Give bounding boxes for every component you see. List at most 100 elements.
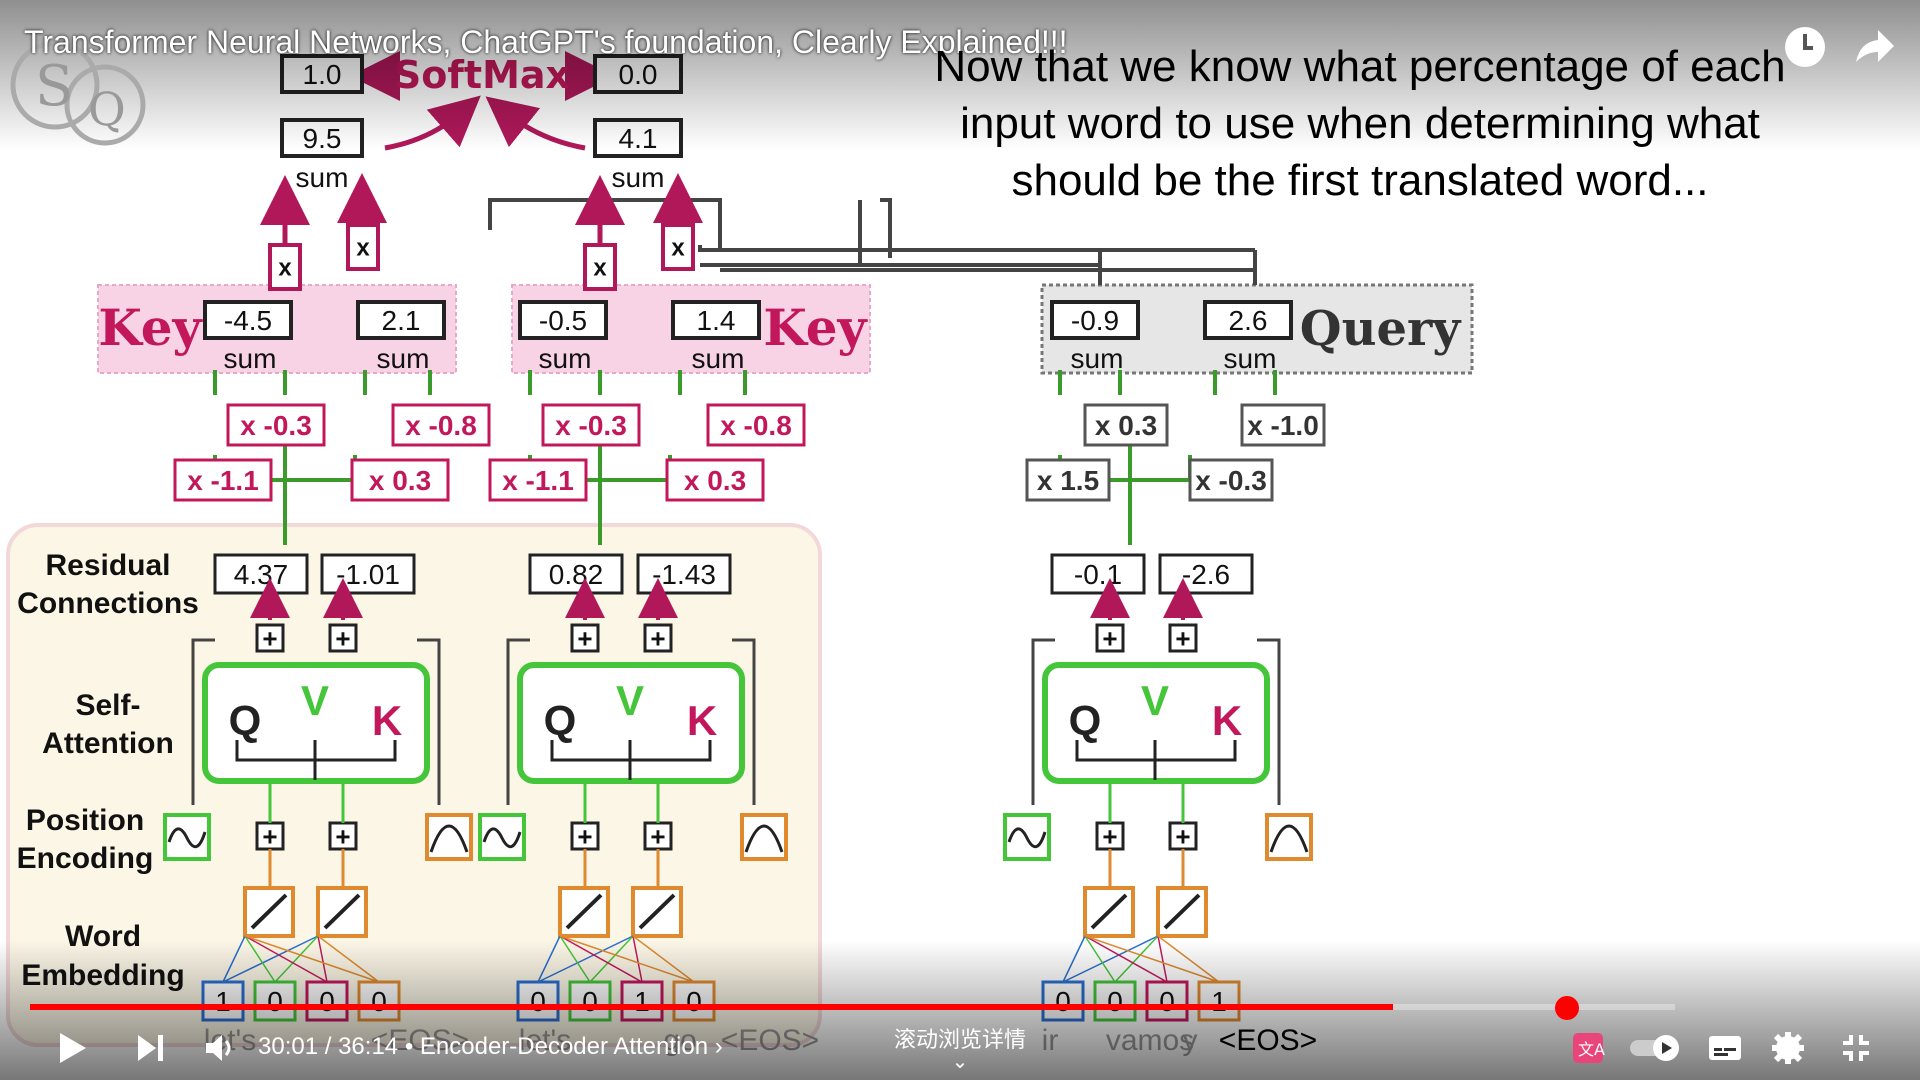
softmax-output-1-text: 1.0: [303, 59, 342, 90]
plus-box-decoder-top-1: +: [1095, 623, 1125, 653]
multiply-box-2: x: [346, 223, 380, 271]
residual-value-4-text: -1.43: [652, 559, 716, 590]
key-weight-7: x -1.1: [488, 458, 588, 502]
row-label-position-1: Position: [26, 804, 144, 837]
row-label-residual-1: Residual: [45, 549, 170, 582]
one-hot-encoder-2-1: 0: [516, 980, 560, 1022]
plus-box-decoder-pos-1: +: [1095, 821, 1125, 851]
progress-played: [30, 1004, 1393, 1010]
duration: 36:14: [338, 1033, 399, 1060]
plus-box-decoder-pos-2: +: [1168, 821, 1198, 851]
plus-box-encoder-2-pos-1-text: +: [577, 821, 592, 851]
multiply-box-4-text: x: [671, 235, 685, 262]
key-value-4-text: 1.4: [697, 305, 736, 336]
plus-box-encoder-1-pos-2: +: [328, 821, 358, 851]
scroll-for-details[interactable]: 滚动浏览详情 ⌄: [892, 1022, 1028, 1073]
residual-value-5-text: -0.1: [1074, 559, 1122, 590]
chapter-title[interactable]: Encoder-Decoder Attention: [420, 1033, 708, 1060]
input-token-7: vamos: [1106, 1024, 1194, 1057]
multiply-box-4: x: [661, 223, 695, 271]
exit-fullscreen-button[interactable]: [1833, 1025, 1879, 1071]
key-sum-label-2: sum: [377, 343, 430, 374]
translate-button[interactable]: 文A: [1565, 1025, 1611, 1071]
k-label-decoder: K: [1212, 697, 1242, 744]
row-label-self-attention-1: Self-: [75, 689, 140, 722]
plus-box-decoder-top-1-text: +: [1102, 623, 1117, 653]
chapter-dot: •: [404, 1033, 420, 1060]
autoplay-toggle[interactable]: [1625, 1025, 1687, 1071]
query-weight-3-text: x 1.5: [1037, 465, 1099, 496]
progress-bar[interactable]: [30, 1004, 1675, 1010]
key-sum-label-1: sum: [224, 343, 277, 374]
plus-box-encoder-1-top-1-text: +: [262, 623, 277, 653]
v-label-encoder-1: V: [301, 677, 329, 724]
key-weight-1-text: x -0.3: [240, 410, 312, 441]
sum-label-1: sum: [296, 162, 349, 193]
chevron-down-icon: ⌄: [951, 1051, 969, 1073]
residual-value-1-text: 4.37: [234, 559, 289, 590]
translate-icon: 文A: [1573, 1033, 1605, 1063]
next-button[interactable]: [128, 1025, 174, 1071]
query-value-2-text: 2.6: [1229, 305, 1268, 336]
plus-box-decoder-top-2: +: [1168, 623, 1198, 653]
multiply-box-3-text: x: [593, 255, 607, 282]
play-icon: [60, 1033, 86, 1063]
one-hot-encoder-1-4-text: 0: [371, 986, 387, 1017]
v-label-decoder: V: [1141, 677, 1169, 724]
input-token-9: <EOS>: [1219, 1024, 1317, 1057]
key-label-left: Key: [98, 298, 203, 357]
key-value-3: -0.5: [518, 300, 608, 340]
one-hot-decoder-4: 1: [1197, 980, 1241, 1022]
plus-box-encoder-1-pos-1: +: [255, 821, 285, 851]
settings-button[interactable]: [1765, 1025, 1811, 1071]
key-value-1: -4.5: [203, 300, 293, 340]
row-label-residual-2: Connections: [17, 587, 199, 620]
query-value-1: -0.9: [1050, 300, 1140, 340]
residual-value-4: -1.43: [636, 553, 732, 595]
time-display: 30:01 / 36:14 • Encoder-Decoder Attentio…: [258, 1033, 723, 1061]
key-weight-2: x -0.8: [391, 403, 491, 447]
one-hot-encoder-2-3-text: 1: [634, 986, 650, 1017]
plus-box-encoder-2-top-2: +: [643, 623, 673, 653]
v-label-encoder-2: V: [616, 677, 644, 724]
one-hot-decoder-4-text: 1: [1211, 986, 1227, 1017]
play-button[interactable]: [50, 1025, 96, 1071]
one-hot-decoder-1-text: 0: [1055, 986, 1071, 1017]
share-button[interactable]: [1848, 22, 1898, 72]
one-hot-decoder-3: 0: [1145, 980, 1189, 1022]
residual-value-6-text: -2.6: [1182, 559, 1230, 590]
time-separator: /: [324, 1033, 339, 1060]
autoplay-icon: [1630, 1035, 1679, 1061]
sum-box-1: 9.5: [280, 118, 364, 158]
key-value-4: 1.4: [671, 300, 761, 340]
one-hot-encoder-1-3-text: 0: [319, 986, 335, 1017]
key-weight-5: x -0.3: [541, 403, 641, 447]
key-weight-2-text: x -0.8: [405, 410, 477, 441]
softmax-output-2-text: 0.0: [619, 59, 658, 90]
plus-box-decoder-pos-1-text: +: [1102, 821, 1117, 851]
plus-box-encoder-1-pos-1-text: +: [262, 821, 277, 851]
query-label: Query: [1300, 301, 1463, 357]
key-value-1-text: -4.5: [224, 305, 272, 336]
caption-line-1: Now that we know what percentage of each: [934, 42, 1786, 91]
query-weight-1-text: x 0.3: [1095, 410, 1157, 441]
multiply-box-1-text: x: [278, 255, 292, 282]
query-weight-2: x -1.0: [1240, 403, 1326, 447]
multiply-box-2-text: x: [356, 235, 370, 262]
one-hot-encoder-2-3: 1: [620, 980, 664, 1022]
scrubber-handle[interactable]: [1555, 996, 1579, 1020]
sum-label-2: sum: [612, 162, 665, 193]
k-label-encoder-1: K: [372, 697, 402, 744]
residual-value-2: -1.01: [320, 553, 416, 595]
row-label-word-1: Word: [65, 920, 141, 953]
chevron-right-icon: ›: [714, 1033, 723, 1060]
plus-box-encoder-2-top-2-text: +: [650, 623, 665, 653]
mute-button[interactable]: [198, 1025, 244, 1071]
plus-box-encoder-1-pos-2-text: +: [335, 821, 350, 851]
captions-icon: [1709, 1036, 1741, 1060]
captions-button[interactable]: [1702, 1025, 1748, 1071]
embedding-weight-decoder-3: [1084, 935, 1168, 983]
query-value-2: 2.6: [1203, 300, 1293, 340]
query-weight-2-text: x -1.0: [1247, 410, 1319, 441]
caption-line-2: input word to use when determining what: [960, 99, 1760, 148]
